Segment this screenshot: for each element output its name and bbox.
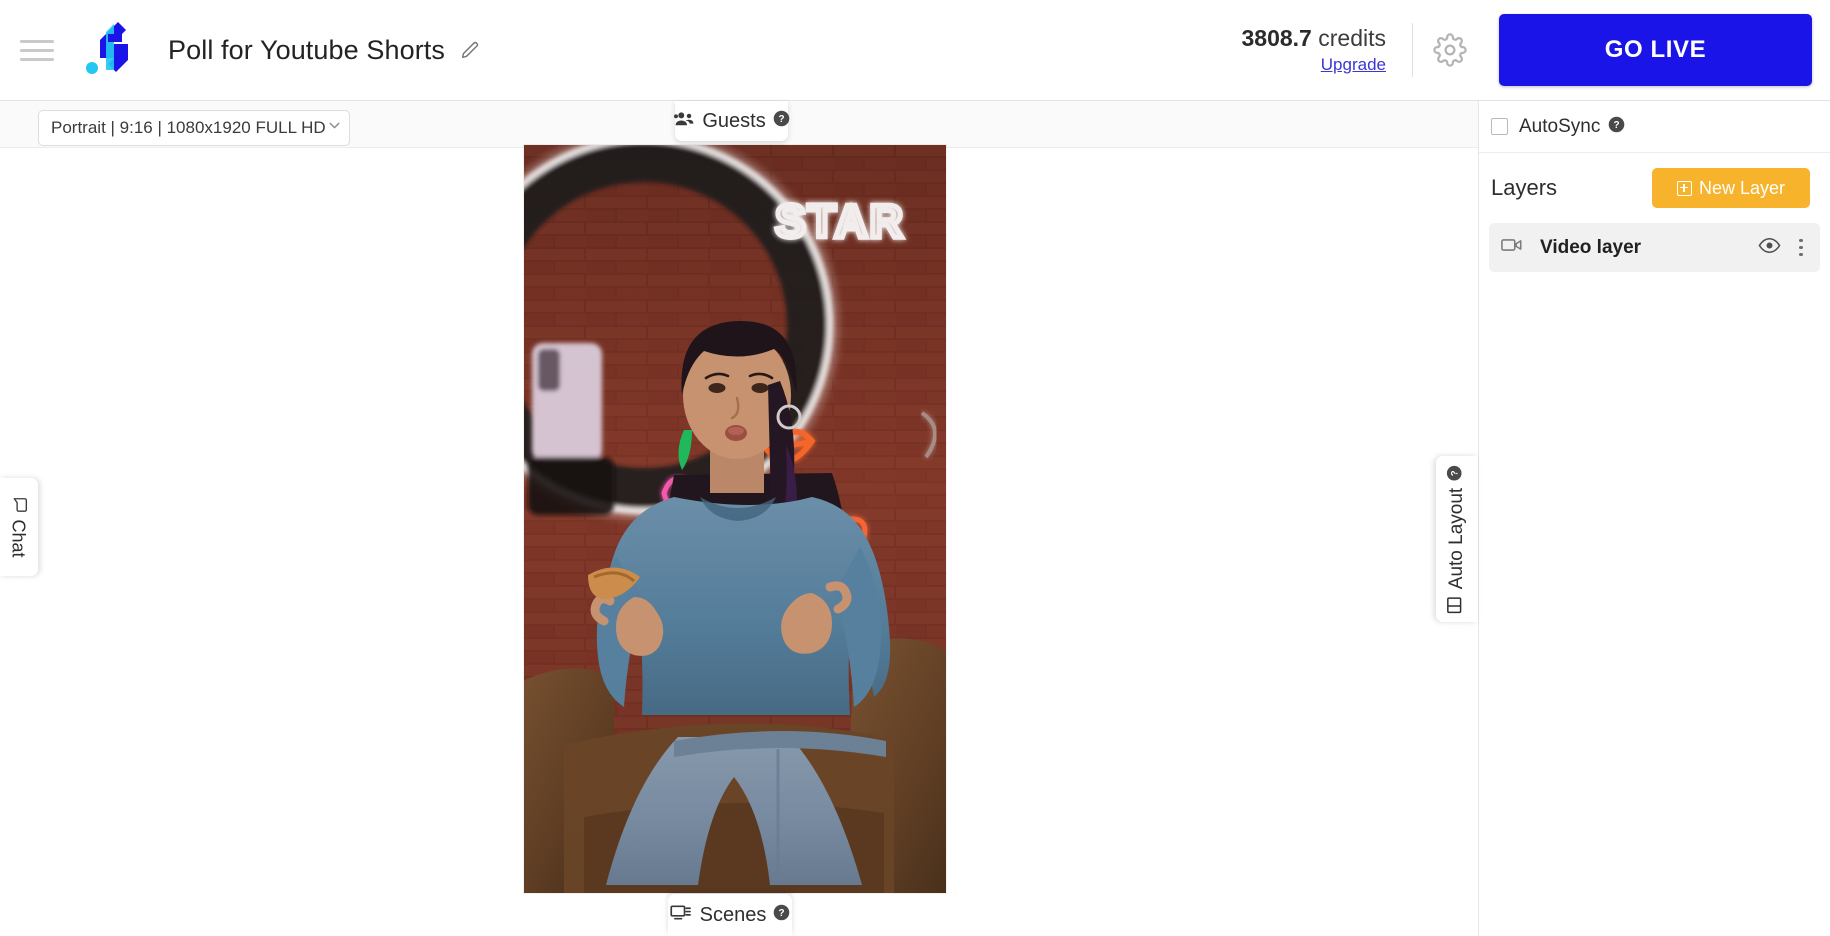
video-camera-icon xyxy=(1501,237,1523,258)
scenes-tab[interactable]: Scenes ? xyxy=(668,894,792,936)
credits-label: credits xyxy=(1318,25,1386,51)
top-bar-right: 3808.7 credits Upgrade GO LIVE xyxy=(1242,0,1830,100)
autosync-label: AutoSync xyxy=(1519,115,1601,137)
layer-list-item[interactable]: Video layer xyxy=(1489,223,1820,272)
credits-text: 3808.7 credits xyxy=(1242,25,1387,52)
right-panel: AutoSync ? Layers New Layer Video layer xyxy=(1478,101,1830,936)
page-title: Poll for Youtube Shorts xyxy=(168,34,445,65)
chevron-down-icon xyxy=(326,117,343,139)
new-layer-label: New Layer xyxy=(1698,177,1786,198)
auto-layout-tab[interactable]: Auto Layout ? xyxy=(1436,456,1478,622)
top-bar: Poll for Youtube Shorts 3808.7 credits U… xyxy=(0,0,1830,101)
svg-text:?: ? xyxy=(779,908,785,919)
chat-tab[interactable]: Chat xyxy=(0,478,38,576)
autosync-row: AutoSync ? xyxy=(1479,101,1830,153)
layers-title: Layers xyxy=(1491,175,1558,200)
hamburger-menu-icon[interactable] xyxy=(20,33,54,67)
plus-square-icon xyxy=(1676,180,1692,196)
guests-tab-label: Guests xyxy=(702,109,766,132)
svg-text:?: ? xyxy=(1450,469,1460,475)
svg-text:?: ? xyxy=(778,114,784,125)
pencil-edit-icon[interactable] xyxy=(459,39,481,61)
go-live-button[interactable]: GO LIVE xyxy=(1499,14,1812,86)
auto-layout-tab-label: Auto Layout xyxy=(1446,487,1468,589)
autosync-checkbox[interactable] xyxy=(1491,118,1508,135)
hamburger-line xyxy=(20,57,54,61)
canvas-area: STAR xyxy=(0,145,1478,894)
vertical-dots-icon[interactable] xyxy=(1792,237,1810,259)
app-root: Poll for Youtube Shorts 3808.7 credits U… xyxy=(0,0,1830,936)
new-layer-button[interactable]: New Layer xyxy=(1652,168,1810,208)
screens-icon xyxy=(670,903,693,927)
guests-tab[interactable]: Guests ? xyxy=(673,101,790,141)
eye-icon[interactable] xyxy=(1758,237,1781,259)
people-group-icon xyxy=(673,110,695,133)
hamburger-line xyxy=(20,48,54,52)
help-circle-icon[interactable]: ? xyxy=(773,904,790,926)
scenes-tab-label: Scenes xyxy=(699,903,767,926)
credits-block: 3808.7 credits Upgrade xyxy=(1242,25,1413,75)
resolution-dropdown[interactable]: Portrait | 9:16 | 1080x1920 FULL HD xyxy=(38,110,350,146)
layer-name: Video layer xyxy=(1540,236,1642,258)
resolution-value: Portrait | 9:16 | 1080x1920 FULL HD xyxy=(51,118,326,137)
chat-bubble-icon xyxy=(8,496,30,513)
gear-icon[interactable] xyxy=(1413,33,1487,67)
hamburger-line xyxy=(20,39,54,43)
chat-tab-label: Chat xyxy=(9,519,30,558)
help-circle-icon[interactable]: ? xyxy=(1447,464,1468,480)
video-preview[interactable]: STAR xyxy=(524,145,946,893)
credits-value: 3808.7 xyxy=(1241,25,1312,51)
upgrade-link[interactable]: Upgrade xyxy=(1321,55,1386,75)
help-circle-icon[interactable]: ? xyxy=(1608,116,1625,138)
layers-header: Layers New Layer xyxy=(1479,153,1830,223)
brand-logo-icon[interactable] xyxy=(80,18,146,82)
layout-grid-icon xyxy=(1446,596,1469,614)
svg-text:?: ? xyxy=(1614,120,1620,131)
help-circle-icon[interactable]: ? xyxy=(773,110,790,132)
